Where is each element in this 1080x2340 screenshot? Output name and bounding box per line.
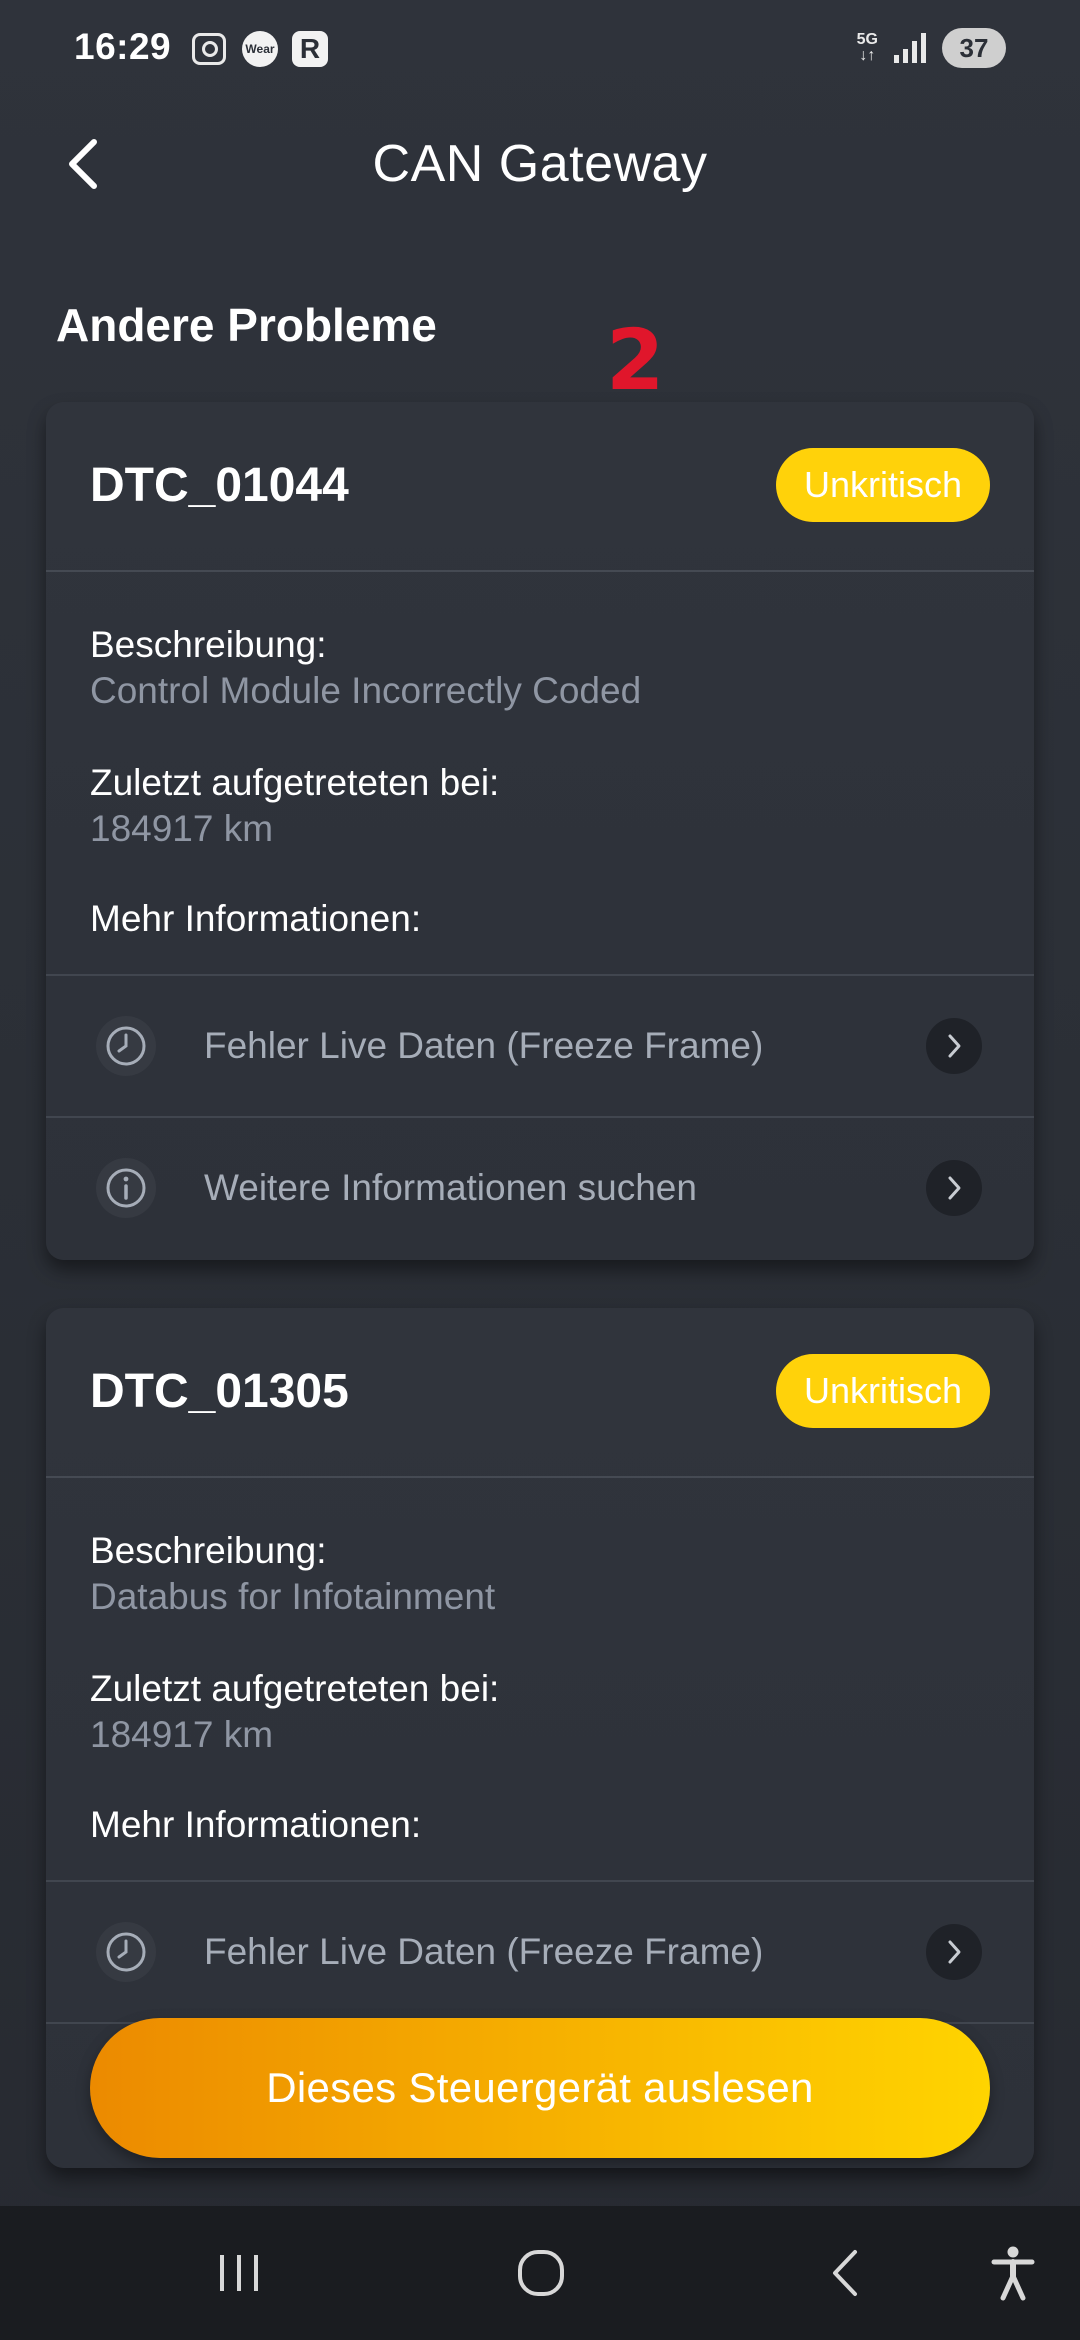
info-icon	[96, 1158, 156, 1218]
freeze-frame-row[interactable]: Fehler Live Daten (Freeze Frame)	[46, 1880, 1034, 2022]
status-bar: 16:29 Wear R 5G ↓↑ 37	[0, 0, 1080, 110]
battery-level: 37	[959, 32, 989, 63]
home-icon	[518, 2250, 564, 2296]
last-seen-label: Zuletzt aufgetreteten bei:	[90, 1668, 500, 1709]
recent-apps-button[interactable]	[194, 2236, 284, 2310]
accessibility-button[interactable]	[968, 2236, 1058, 2310]
network-5g-icon: 5G ↓↑	[857, 32, 878, 64]
severity-badge: Unkritisch	[775, 1354, 990, 1428]
back-nav-button[interactable]	[800, 2236, 890, 2310]
dtc-card-body: Beschreibung: Control Module Incorrectly…	[46, 572, 1034, 866]
signal-icon	[894, 33, 926, 63]
last-seen-value: 184917 km	[90, 808, 274, 849]
accessibility-icon	[991, 2246, 1035, 2301]
last-seen-field: Zuletzt aufgetreteten bei: 184917 km	[90, 1666, 990, 1758]
wear-app-icon: Wear	[242, 31, 278, 67]
last-seen-value: 184917 km	[90, 1714, 274, 1755]
back-nav-icon	[833, 2250, 857, 2296]
description-field: Beschreibung: Control Module Incorrectly…	[90, 622, 990, 714]
more-info-label: Mehr Informationen:	[90, 898, 422, 939]
battery-icon: 37	[942, 28, 1006, 68]
dtc-card-body: Beschreibung: Databus for Infotainment Z…	[46, 1478, 1034, 1772]
last-seen-field: Zuletzt aufgetreteten bei: 184917 km	[90, 760, 990, 852]
last-seen-label: Zuletzt aufgetreteten bei:	[90, 762, 500, 803]
dtc-code: DTC_01305	[90, 1365, 349, 1418]
section-title: Andere Probleme	[56, 299, 437, 351]
screenshot-icon	[190, 30, 228, 68]
status-icons-left: Wear R	[190, 30, 328, 68]
chevron-right-icon	[926, 1924, 982, 1980]
chevron-right-icon	[926, 1018, 982, 1074]
network-type: 5G	[856, 31, 878, 48]
data-arrows-icon: ↓↑	[859, 47, 876, 64]
chevron-right-icon	[926, 1160, 982, 1216]
description-label: Beschreibung:	[90, 624, 327, 665]
clock-icon	[96, 1016, 156, 1076]
clock-icon	[96, 1922, 156, 1982]
more-info-search-label: Weitere Informationen suchen	[204, 1167, 697, 1208]
app-header: CAN Gateway	[0, 110, 1080, 220]
description-field: Beschreibung: Databus for Infotainment	[90, 1528, 990, 1620]
freeze-frame-label: Fehler Live Daten (Freeze Frame)	[204, 1025, 764, 1066]
status-icons-right: 5G ↓↑ 37	[857, 28, 1006, 68]
severity-badge: Unkritisch	[775, 448, 990, 522]
freeze-frame-label: Fehler Live Daten (Freeze Frame)	[204, 1931, 764, 1972]
dtc-card: DTC_01044 Unkritisch Beschreibung: Contr…	[46, 402, 1034, 1260]
dtc-card-header: DTC_01044 Unkritisch	[46, 402, 1034, 572]
description-label: Beschreibung:	[90, 1530, 327, 1571]
description-value: Databus for Infotainment	[90, 1576, 496, 1617]
home-button[interactable]	[496, 2236, 586, 2310]
status-time: 16:29	[74, 26, 172, 67]
annotation-number: 2	[606, 311, 665, 409]
dtc-code: DTC_01044	[90, 459, 349, 512]
page-title: CAN Gateway	[372, 135, 708, 193]
app-screen: 16:29 Wear R 5G ↓↑ 37 CAN Gateway Andere…	[0, 0, 1080, 2340]
more-info-label: Mehr Informationen:	[90, 1804, 422, 1845]
recent-apps-icon	[220, 2255, 258, 2291]
dtc-card-header: DTC_01305 Unkritisch	[46, 1308, 1034, 1478]
read-control-unit-button[interactable]: Dieses Steuergerät auslesen	[90, 2018, 990, 2158]
description-value: Control Module Incorrectly Coded	[90, 670, 642, 711]
r-app-icon: R	[292, 31, 328, 67]
more-info-search-row[interactable]: Weitere Informationen suchen	[46, 1116, 1034, 1258]
freeze-frame-row[interactable]: Fehler Live Daten (Freeze Frame)	[46, 974, 1034, 1116]
system-nav-bar	[0, 2206, 1080, 2340]
